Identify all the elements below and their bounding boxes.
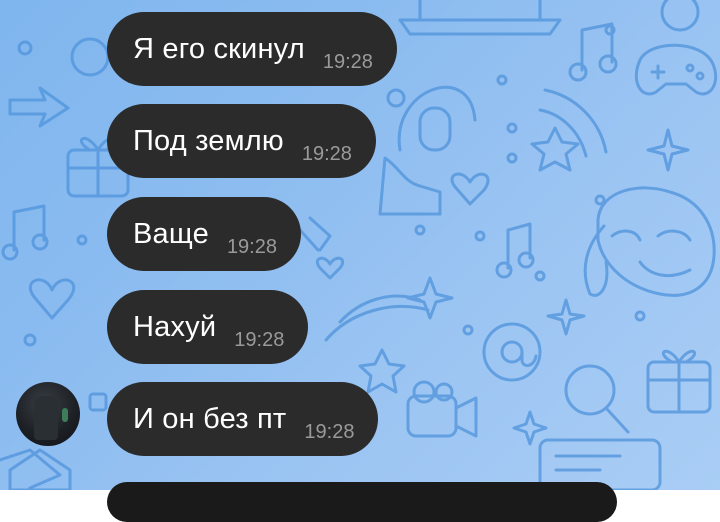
message-bubble[interactable]: Под землю 19:28 xyxy=(107,104,376,178)
message-bubble-partial[interactable] xyxy=(107,482,617,522)
message-time: 19:28 xyxy=(226,236,277,258)
avatar-figure xyxy=(34,396,58,440)
message-time: 19:28 xyxy=(304,421,355,443)
message-text: Ваще xyxy=(133,217,209,250)
message-text: И он без пт xyxy=(133,402,287,435)
message-time: 19:28 xyxy=(234,329,285,351)
avatar-highlight xyxy=(62,408,68,422)
message-bubble[interactable]: И он без пт 19:28 xyxy=(107,382,379,456)
sender-avatar[interactable] xyxy=(16,382,80,446)
message-text: Я его скинул xyxy=(133,32,305,65)
message-time: 19:28 xyxy=(301,143,352,165)
message-bubble[interactable]: Ваще 19:28 xyxy=(107,197,301,271)
message-text: Под землю xyxy=(133,124,284,157)
message-bubble[interactable]: Нахуй 19:28 xyxy=(107,290,309,364)
message-bubble[interactable]: Я его скинул 19:28 xyxy=(107,12,397,86)
message-text: Нахуй xyxy=(133,310,217,343)
message-time: 19:28 xyxy=(322,51,373,73)
